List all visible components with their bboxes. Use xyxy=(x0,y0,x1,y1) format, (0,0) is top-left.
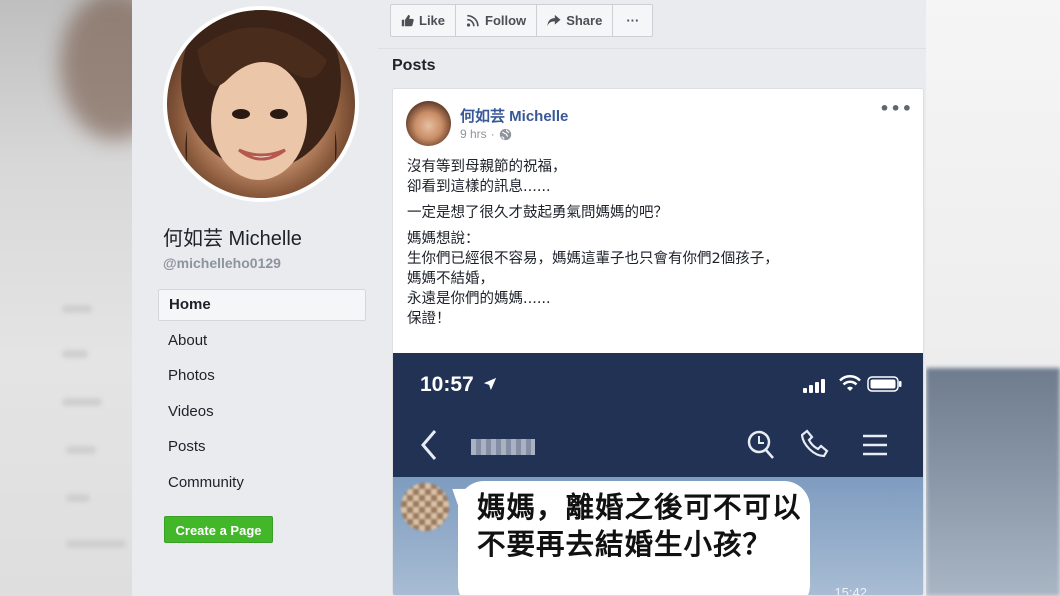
location-arrow-icon xyxy=(483,377,496,391)
share-button[interactable]: Share xyxy=(537,5,614,36)
post-line: 沒有等到母親節的祝福， xyxy=(407,159,567,175)
meta-separator: · xyxy=(490,127,495,141)
follow-label: Follow xyxy=(485,13,527,28)
chat-message-time: 15:42 xyxy=(834,585,867,596)
like-button[interactable]: Like xyxy=(391,5,457,36)
profile-name[interactable]: 何如芸 Michelle xyxy=(163,222,302,251)
blurred-background-left xyxy=(0,0,170,596)
post-image-chat-screenshot[interactable]: 10:57 媽媽，離婚之後可不可以不要再去結婚生小孩？ 15:42 xyxy=(393,353,923,596)
post-card: 何如芸 Michelle 9 hrs · ••• 沒有等到母親節的祝福， 卻看到… xyxy=(392,88,924,596)
like-label: Like xyxy=(419,13,446,28)
chat-body: 媽媽，離婚之後可不可以不要再去結婚生小孩？ 15:42 xyxy=(393,477,923,596)
phone-call-icon xyxy=(801,429,829,458)
profile-handle[interactable]: @michelleho0129 xyxy=(163,255,281,271)
profile-picture[interactable] xyxy=(167,10,355,198)
chat-header-bar xyxy=(393,413,923,477)
post-line: 卻看到這樣的訊息...... xyxy=(407,179,551,195)
posts-section-heading: Posts xyxy=(392,57,436,74)
back-chevron-icon xyxy=(421,430,437,460)
post-line: 一定是想了很久才鼓起勇氣問媽媽的吧？ xyxy=(407,205,668,221)
post-author-name[interactable]: 何如芸 Michelle xyxy=(460,105,568,126)
post-line: 媽媽想說： xyxy=(407,231,480,247)
post-line: 生你們已經很不容易，媽媽這輩子也只會有你們2個孩子， xyxy=(407,251,779,267)
post-line: 保證！ xyxy=(407,311,451,327)
wifi-icon xyxy=(839,375,861,391)
page-navigation: Home About Photos Videos Posts Community xyxy=(158,289,366,502)
create-page-button[interactable]: Create a Page xyxy=(164,516,273,543)
nav-item-videos[interactable]: Videos xyxy=(158,396,366,432)
nav-item-photos[interactable]: Photos xyxy=(158,360,366,396)
divider xyxy=(378,48,926,49)
phone-clock: 10:57 xyxy=(420,373,497,397)
more-options-icon: ··· xyxy=(626,13,640,28)
post-text: 沒有等到母親節的祝福， 卻看到這樣的訊息...... 一定是想了很久才鼓起勇氣問… xyxy=(407,157,907,329)
search-icon xyxy=(747,430,774,459)
cell-signal-icon xyxy=(803,379,825,393)
blurred-background-right xyxy=(926,0,1060,596)
phone-status-bar: 10:57 xyxy=(393,353,923,413)
nav-item-posts[interactable]: Posts xyxy=(158,431,366,467)
post-line: 媽媽不結婚， xyxy=(407,271,494,287)
globe-icon[interactable] xyxy=(499,128,512,141)
profile-sidebar: 何如芸 Michelle @michelleho0129 Home About … xyxy=(132,0,378,596)
follow-button[interactable]: Follow xyxy=(456,5,538,36)
post-timestamp[interactable]: 9 hrs xyxy=(460,127,487,141)
nav-item-home[interactable]: Home xyxy=(158,289,366,321)
post-author-avatar[interactable] xyxy=(406,101,451,146)
share-arrow-icon xyxy=(547,14,561,27)
post-options-button[interactable]: ••• xyxy=(879,99,913,118)
chat-message-text: 媽媽，離婚之後可不可以不要再去結婚生小孩？ xyxy=(477,491,802,561)
profile-portrait-icon xyxy=(181,10,341,198)
thumbs-up-icon xyxy=(401,14,414,27)
nav-item-community[interactable]: Community xyxy=(158,467,366,503)
blurred-sender-avatar xyxy=(401,483,449,531)
post-line: 永遠是你們的媽媽...... xyxy=(407,291,551,307)
post-meta: 9 hrs · xyxy=(460,127,512,141)
menu-icon xyxy=(863,434,887,456)
page-action-bar: Like Follow Share ··· xyxy=(390,4,654,37)
blurred-contact-name xyxy=(471,439,535,455)
share-label: Share xyxy=(566,13,603,28)
more-options-button[interactable]: ··· xyxy=(613,5,652,36)
main-content: Like Follow Share ··· Posts 何如芸 Michelle… xyxy=(378,0,926,596)
rss-icon xyxy=(466,14,479,27)
nav-item-about[interactable]: About xyxy=(158,325,366,361)
battery-icon xyxy=(867,376,902,392)
